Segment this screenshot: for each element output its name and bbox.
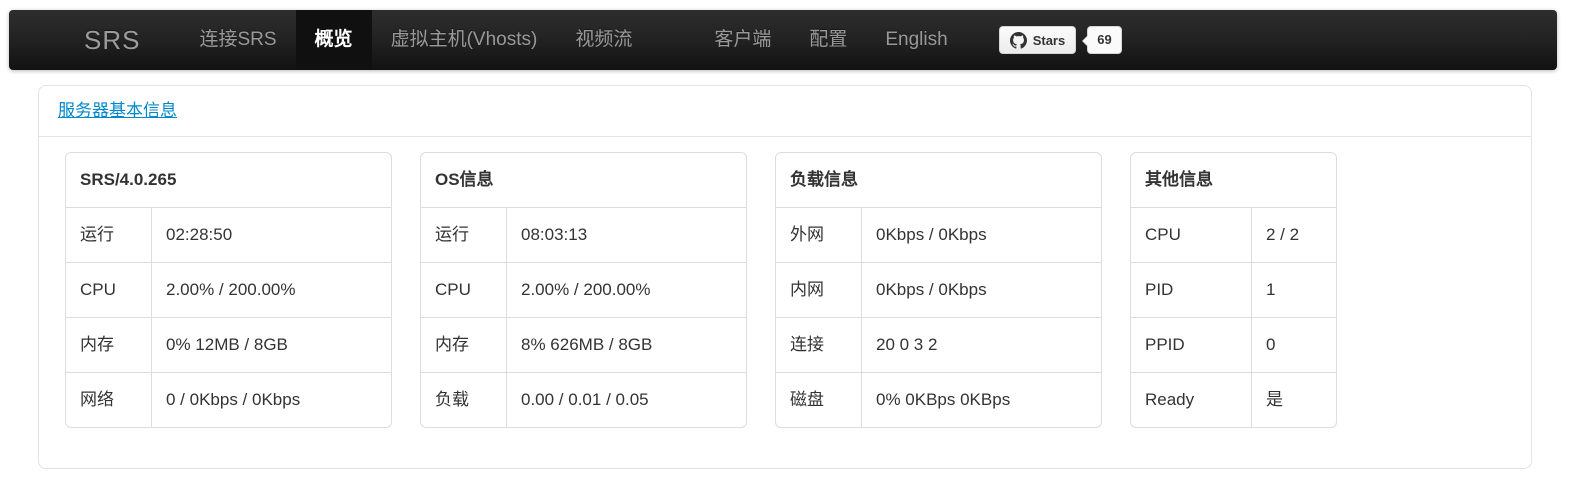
row-value: 0Kbps / 0Kbps <box>861 262 1101 317</box>
github-stars-button[interactable]: Stars <box>999 26 1077 54</box>
row-value: 0.00 / 0.01 / 0.05 <box>506 372 746 427</box>
row-label: 磁盘 <box>776 372 861 427</box>
other-info-table: 其他信息 CPU 2 / 2 PID 1 PPID 0 Ready 是 <box>1130 152 1337 428</box>
row-value: 2.00% / 200.00% <box>506 262 746 317</box>
os-info-table: OS信息 运行 08:03:13 CPU 2.00% / 200.00% 内存 … <box>420 152 747 428</box>
table-row: 负载 0.00 / 0.01 / 0.05 <box>421 372 746 427</box>
row-value: 2 / 2 <box>1251 207 1336 262</box>
table-title-load: 负载信息 <box>776 153 1101 207</box>
nav-link-overview[interactable]: 概览 <box>296 10 372 70</box>
table-row: 磁盘 0% 0KBps 0KBps <box>776 372 1101 427</box>
nav-item-connect: 连接SRS <box>180 10 295 70</box>
top-navbar: SRS 连接SRS 概览 虚拟主机(Vhosts) 视频流 客户端 配置 Eng… <box>9 10 1557 70</box>
server-info-panel: 服务器基本信息 SRS/4.0.265 运行 02:28:50 CPU 2.00… <box>38 85 1532 469</box>
table-row: 内网 0Kbps / 0Kbps <box>776 262 1101 317</box>
table-title-other: 其他信息 <box>1131 153 1336 207</box>
panel-body: SRS/4.0.265 运行 02:28:50 CPU 2.00% / 200.… <box>39 137 1531 468</box>
row-value: 08:03:13 <box>506 207 746 262</box>
nav-link-config[interactable]: 配置 <box>790 10 866 70</box>
nav-link-clients[interactable]: 客户端 <box>695 10 790 70</box>
row-label: 负载 <box>421 372 506 427</box>
nav-item-streams: 视频流 <box>556 10 651 70</box>
row-label: PPID <box>1131 317 1251 372</box>
nav-link-vhosts[interactable]: 虚拟主机(Vhosts) <box>372 10 557 70</box>
table-row: CPU 2.00% / 200.00% <box>66 262 391 317</box>
table-row: 网络 0 / 0Kbps / 0Kbps <box>66 372 391 427</box>
table-row: 连接 20 0 3 2 <box>776 317 1101 372</box>
row-value: 是 <box>1251 372 1336 427</box>
table-row: 运行 08:03:13 <box>421 207 746 262</box>
row-label: CPU <box>1131 207 1251 262</box>
row-label: 内存 <box>66 317 151 372</box>
table-row: PPID 0 <box>1131 317 1336 372</box>
row-label: CPU <box>421 262 506 317</box>
brand-logo[interactable]: SRS <box>9 10 140 70</box>
row-label: 运行 <box>66 207 151 262</box>
table-row: CPU 2.00% / 200.00% <box>421 262 746 317</box>
github-stars-label: Stars <box>1033 33 1066 48</box>
table-row: 内存 8% 626MB / 8GB <box>421 317 746 372</box>
row-label: CPU <box>66 262 151 317</box>
load-info-table: 负载信息 外网 0Kbps / 0Kbps 内网 0Kbps / 0Kbps 连… <box>775 152 1102 428</box>
row-value: 8% 626MB / 8GB <box>506 317 746 372</box>
row-value: 0% 0KBps 0KBps <box>861 372 1101 427</box>
row-label: Ready <box>1131 372 1251 427</box>
server-basic-info-link[interactable]: 服务器基本信息 <box>58 101 177 120</box>
nav-item-clients: 客户端 <box>695 10 790 70</box>
row-value: 1 <box>1251 262 1336 317</box>
table-row: 运行 02:28:50 <box>66 207 391 262</box>
nav-item-config: 配置 <box>790 10 866 70</box>
row-value: 0 / 0Kbps / 0Kbps <box>151 372 391 427</box>
row-label: 网络 <box>66 372 151 427</box>
table-row: PID 1 <box>1131 262 1336 317</box>
row-value: 0Kbps / 0Kbps <box>861 207 1101 262</box>
table-row: 内存 0% 12MB / 8GB <box>66 317 391 372</box>
row-value: 20 0 3 2 <box>861 317 1101 372</box>
row-label: 连接 <box>776 317 861 372</box>
row-label: 内网 <box>776 262 861 317</box>
srs-info-table: SRS/4.0.265 运行 02:28:50 CPU 2.00% / 200.… <box>65 152 392 428</box>
nav-item-vhosts: 虚拟主机(Vhosts) <box>372 10 557 70</box>
nav-item-language: English <box>866 10 966 70</box>
nav-link-language[interactable]: English <box>866 10 966 70</box>
github-star-widget: Stars 69 <box>999 10 1122 70</box>
row-label: 运行 <box>421 207 506 262</box>
row-label: PID <box>1131 262 1251 317</box>
table-title-os: OS信息 <box>421 153 746 207</box>
table-title-srs: SRS/4.0.265 <box>66 153 391 207</box>
row-label: 外网 <box>776 207 861 262</box>
nav-item-overview: 概览 <box>296 10 372 70</box>
row-value: 2.00% / 200.00% <box>151 262 391 317</box>
github-star-count[interactable]: 69 <box>1087 26 1121 54</box>
row-value: 0 <box>1251 317 1336 372</box>
panel-heading: 服务器基本信息 <box>39 86 1531 137</box>
table-row: CPU 2 / 2 <box>1131 207 1336 262</box>
table-row: Ready 是 <box>1131 372 1336 427</box>
nav-link-streams[interactable]: 视频流 <box>556 10 651 70</box>
row-label: 内存 <box>421 317 506 372</box>
github-octocat-icon <box>1010 32 1027 49</box>
row-value: 0% 12MB / 8GB <box>151 317 391 372</box>
main-nav: 连接SRS 概览 虚拟主机(Vhosts) 视频流 客户端 配置 English <box>180 10 966 70</box>
table-row: 外网 0Kbps / 0Kbps <box>776 207 1101 262</box>
row-value: 02:28:50 <box>151 207 391 262</box>
nav-link-connect[interactable]: 连接SRS <box>180 10 295 70</box>
